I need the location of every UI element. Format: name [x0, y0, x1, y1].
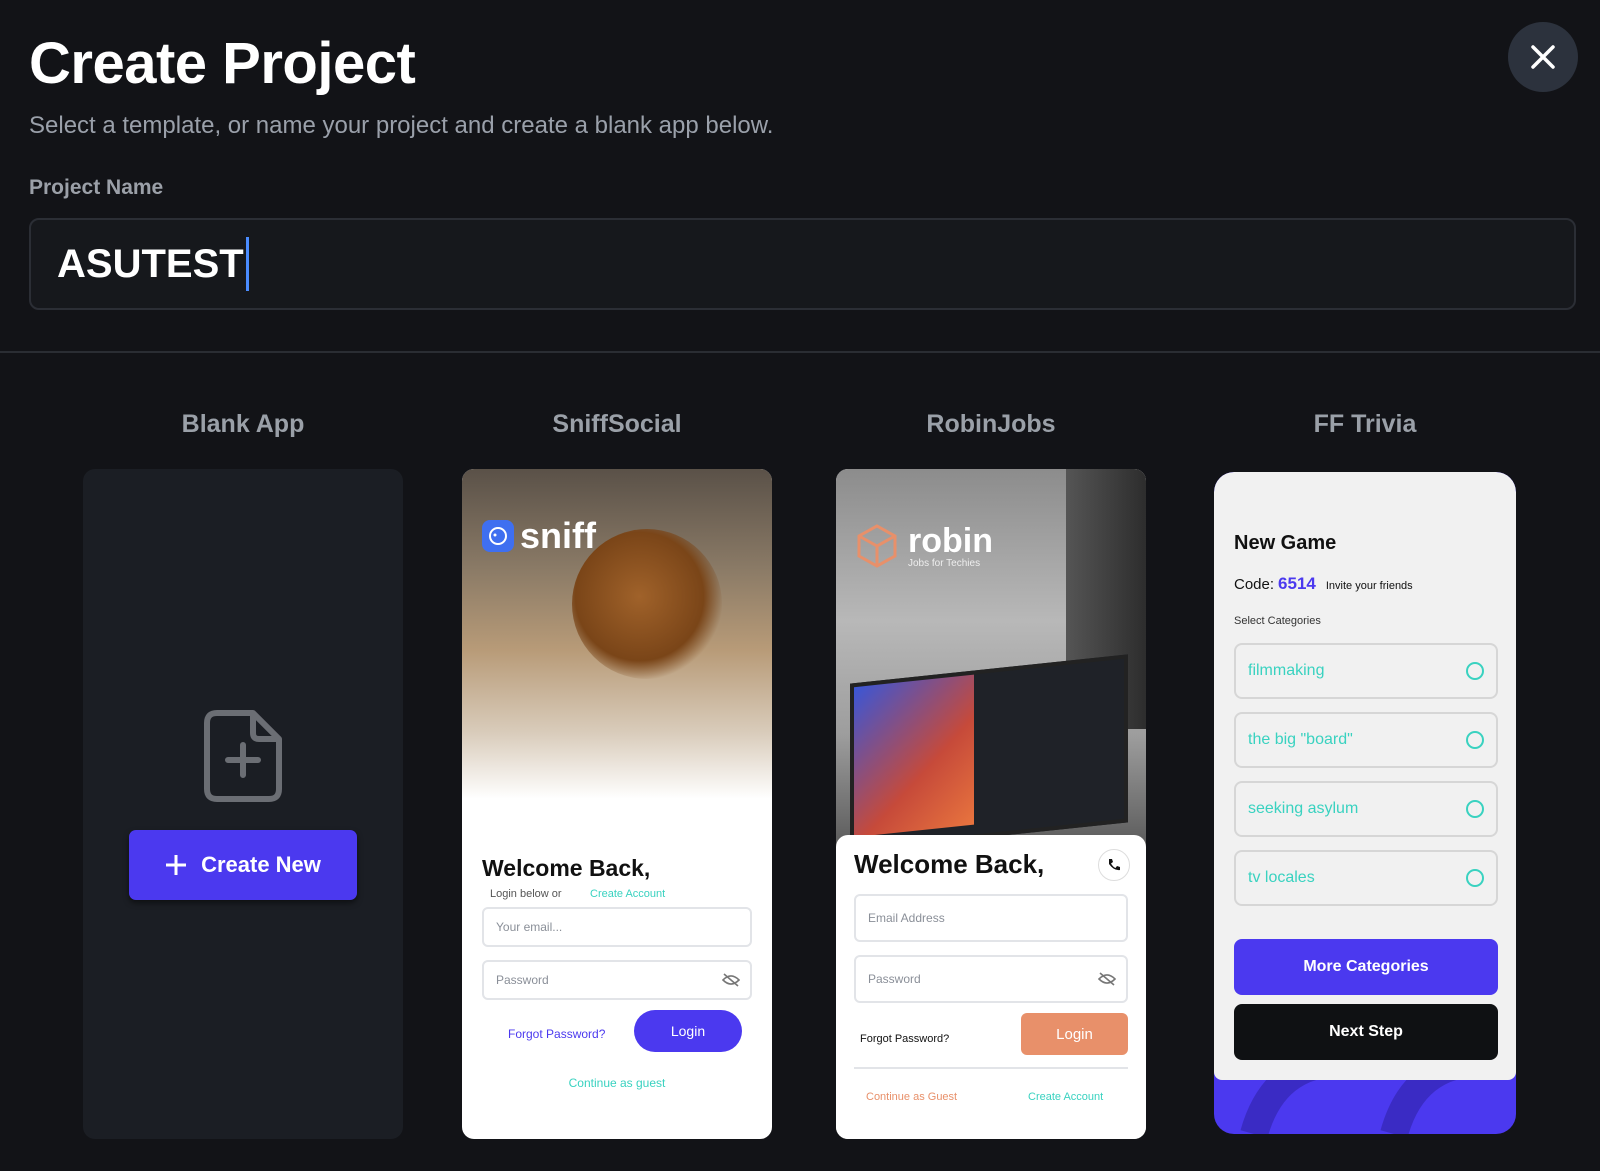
project-name-input[interactable]: ASUTEST — [29, 218, 1576, 310]
sniff-create-account-link[interactable]: Create Account — [590, 888, 665, 900]
template-title-sniffsocial: SniffSocial — [552, 410, 682, 438]
phone-icon — [1109, 859, 1120, 871]
close-icon — [1531, 45, 1555, 69]
blank-app-card[interactable] — [83, 469, 403, 1139]
dog-logo-icon — [482, 520, 514, 552]
robin-email-field[interactable]: Email Address — [854, 894, 1128, 942]
create-new-button[interactable]: Create New — [129, 830, 357, 900]
trivia-heading: New Game — [1234, 532, 1337, 554]
eye-off-icon — [722, 973, 740, 987]
trivia-invite: Invite your friends — [1325, 580, 1413, 592]
category-label: tv locales — [1248, 869, 1315, 886]
next-step-button[interactable]: Next Step — [1234, 1004, 1498, 1060]
category-label: the big "board" — [1248, 731, 1353, 748]
category-tv-locales[interactable]: tv locales — [1234, 850, 1498, 906]
category-label: seeking asylum — [1248, 800, 1359, 817]
radio-icon — [1466, 662, 1484, 680]
plus-icon — [166, 855, 187, 875]
radio-icon — [1466, 731, 1484, 749]
category-seeking-asylum[interactable]: seeking asylum — [1234, 781, 1498, 837]
robin-password-field[interactable]: Password — [854, 955, 1128, 1003]
robin-login-button[interactable]: Login — [1021, 1013, 1128, 1055]
robinjobs-template-card[interactable]: robin Jobs for Techies Welcome Back, Ema… — [836, 469, 1146, 1139]
fftrivia-template-card[interactable]: New Game Code: 6514 Invite your friends … — [1214, 472, 1516, 1134]
radio-icon — [1466, 800, 1484, 818]
robin-forgot-password-link[interactable]: Forgot Password? — [860, 1033, 949, 1045]
close-button[interactable] — [1508, 22, 1578, 92]
sniff-login-below: Login below or — [490, 888, 562, 900]
phone-button[interactable] — [1098, 849, 1130, 881]
divider — [0, 351, 1600, 353]
sniff-email-field[interactable]: Your email... — [482, 907, 752, 947]
robin-divider — [854, 1067, 1128, 1069]
eye-off-icon — [1098, 972, 1116, 986]
page-title: Create Project — [29, 31, 416, 96]
monitor-image — [850, 654, 1128, 852]
sniffsocial-template-card[interactable]: sniff Welcome Back, Login below or Creat… — [462, 469, 772, 1139]
sniff-forgot-password-link[interactable]: Forgot Password? — [508, 1027, 605, 1041]
robin-logo-text: robin — [908, 521, 993, 560]
trivia-code: 6514 — [1278, 574, 1316, 593]
sniff-password-placeholder: Password — [496, 973, 549, 987]
robin-create-account-link[interactable]: Create Account — [1028, 1091, 1103, 1103]
create-new-label: Create New — [201, 852, 321, 877]
project-name-label: Project Name — [29, 176, 164, 199]
trivia-select-label: Select Categories — [1234, 615, 1321, 627]
page-subtitle: Select a template, or name your project … — [29, 112, 774, 139]
template-title-fftrivia: FF Trivia — [1313, 410, 1417, 438]
more-categories-button[interactable]: More Categories — [1234, 939, 1498, 995]
file-add-icon — [204, 710, 282, 802]
category-label: filmmaking — [1248, 662, 1325, 679]
radio-icon — [1466, 869, 1484, 887]
trivia-code-label: Code: — [1234, 576, 1275, 593]
sniff-welcome: Welcome Back, — [482, 855, 651, 881]
robin-logo-icon — [857, 524, 897, 568]
sniff-login-button[interactable]: Login — [634, 1010, 742, 1052]
project-name-value[interactable]: ASUTEST — [57, 242, 244, 287]
category-filmmaking[interactable]: filmmaking — [1234, 643, 1498, 699]
template-title-robinjobs: RobinJobs — [926, 410, 1056, 438]
text-caret — [245, 237, 249, 291]
template-title-blank: Blank App — [181, 410, 305, 438]
robin-welcome: Welcome Back, — [854, 849, 1045, 879]
sniff-password-field[interactable]: Password — [482, 960, 752, 1000]
sniff-logo-text: sniff — [520, 515, 596, 556]
robin-password-placeholder: Password — [868, 972, 921, 986]
robin-guest-link[interactable]: Continue as Guest — [866, 1091, 957, 1103]
sniff-guest-link[interactable]: Continue as guest — [462, 1076, 772, 1090]
category-big-board[interactable]: the big "board" — [1234, 712, 1498, 768]
